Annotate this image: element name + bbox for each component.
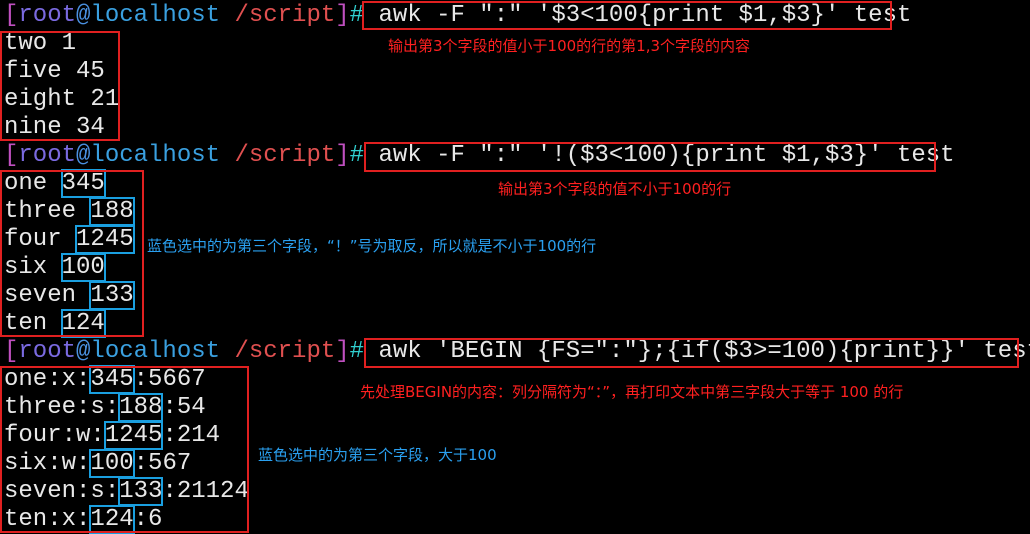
annotation-4: 先处理BEGIN的内容：列分隔符为“：”，再打印文本中第三字段大于等于 100 … (360, 383, 904, 401)
output-line: three 188 (4, 197, 1030, 226)
prompt-close: ] (335, 142, 350, 169)
prompt-at: @ (76, 142, 91, 169)
output-line: ten 124 (4, 309, 1030, 338)
annotation-3: 蓝色选中的为第三个字段，“！”号为取反，所以就是不小于100的行 (147, 237, 597, 255)
output-highlight-1 (0, 31, 120, 141)
prompt-open: [ (4, 2, 19, 29)
output-line: nine 34 (4, 114, 1030, 142)
output-highlight-2 (0, 170, 144, 337)
annotation-5: 蓝色选中的为第三个字段，大于100 (258, 446, 497, 464)
annotation-2: 输出第3个字段的值不小于100的行 (498, 180, 732, 198)
command-highlight-3 (364, 338, 1019, 368)
prompt-close: ] (335, 338, 350, 365)
output-line: seven 133 (4, 281, 1030, 310)
prompt-host: localhost (90, 142, 221, 169)
prompt-at: @ (76, 2, 91, 29)
prompt-host: localhost (90, 338, 221, 365)
prompt-close: ] (335, 2, 350, 29)
output-line: eight 21 (4, 86, 1030, 114)
prompt-open: [ (4, 338, 19, 365)
prompt-at: @ (76, 338, 91, 365)
prompt-path: /script (220, 142, 336, 169)
prompt-user: root (18, 142, 77, 169)
prompt-host: localhost (90, 2, 221, 29)
command-highlight-1 (362, 1, 892, 30)
prompt-user: root (18, 2, 77, 29)
annotation-1: 输出第3个字段的值小于100的行的第1,3个字段的内容 (388, 37, 751, 55)
prompt-path: /script (220, 2, 336, 29)
output-line: five 45 (4, 58, 1030, 86)
prompt-user: root (18, 338, 77, 365)
prompt-open: [ (4, 142, 19, 169)
output-line: six 100 (4, 253, 1030, 282)
output-highlight-3 (0, 366, 249, 533)
prompt-path: /script (220, 338, 336, 365)
command-highlight-2 (364, 142, 936, 172)
